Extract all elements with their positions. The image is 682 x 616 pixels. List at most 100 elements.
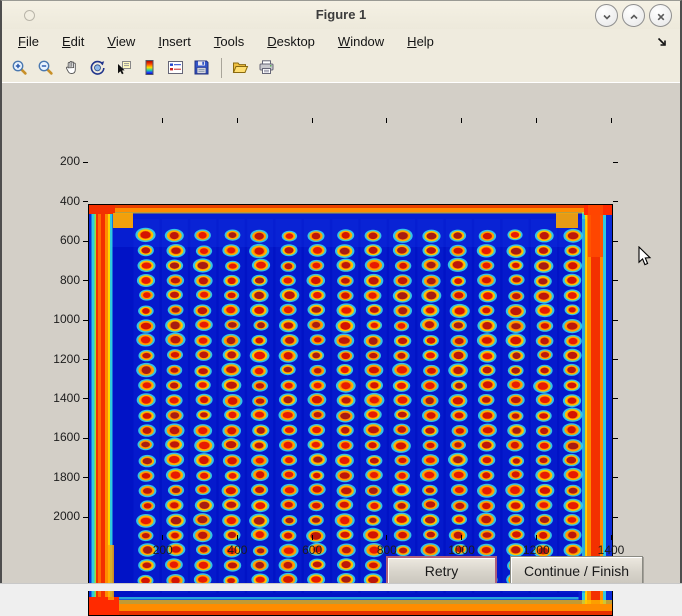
x-tick-label: 600 bbox=[282, 543, 342, 557]
figure-canvas: Retry Continue / Finish 200 400 600 800 1000… bbox=[2, 82, 680, 583]
y-tick bbox=[83, 438, 88, 439]
x-tick-label: 1000 bbox=[432, 543, 492, 557]
y-tick-label: 400 bbox=[38, 194, 80, 208]
window-controls bbox=[595, 4, 672, 27]
folder-icon bbox=[232, 59, 249, 76]
mouse-cursor-icon bbox=[638, 246, 652, 267]
x-tick-label: 800 bbox=[357, 543, 417, 557]
chevron-down-icon bbox=[601, 10, 613, 22]
minimize-button[interactable] bbox=[595, 4, 618, 27]
menu-item-help[interactable]: Help bbox=[399, 31, 442, 52]
y-tick-right bbox=[613, 477, 618, 478]
x-tick-label: 200 bbox=[133, 543, 193, 557]
rotate-icon bbox=[89, 59, 106, 76]
x-tick bbox=[386, 535, 387, 540]
x-tick-label: 1400 bbox=[581, 543, 641, 557]
menu-bar: File Edit View Insert Tools Desktop Window Help bbox=[2, 29, 680, 53]
x-tick bbox=[312, 535, 313, 540]
menu-item-desktop[interactable]: Desktop bbox=[259, 31, 323, 52]
y-tick-label: 2000 bbox=[38, 509, 80, 523]
y-tick-right bbox=[613, 517, 618, 518]
y-tick bbox=[83, 162, 88, 163]
close-button[interactable] bbox=[649, 4, 672, 27]
y-tick bbox=[83, 320, 88, 321]
x-tick bbox=[611, 535, 612, 540]
y-tick-label: 1800 bbox=[38, 470, 80, 484]
x-tick-top bbox=[536, 118, 537, 123]
y-tick bbox=[83, 398, 88, 399]
window-title: Figure 1 bbox=[2, 7, 680, 22]
menu-item-insert[interactable]: Insert bbox=[150, 31, 199, 52]
datatip-icon bbox=[115, 59, 132, 76]
zoom-in-icon bbox=[11, 59, 28, 76]
data-cursor-button[interactable] bbox=[111, 55, 136, 80]
colorbar-icon bbox=[141, 59, 158, 76]
y-tick-label: 1600 bbox=[38, 430, 80, 444]
save-figure-button[interactable] bbox=[189, 55, 214, 80]
close-icon bbox=[655, 10, 667, 22]
retry-button[interactable]: Retry bbox=[386, 556, 497, 585]
printer-icon bbox=[258, 59, 275, 76]
insert-legend-button[interactable] bbox=[163, 55, 188, 80]
print-figure-button[interactable] bbox=[254, 55, 279, 80]
y-tick bbox=[83, 280, 88, 281]
zoom-in-button[interactable] bbox=[7, 55, 32, 80]
x-tick-top bbox=[312, 118, 313, 123]
menu-bar-items: File Edit View Insert Tools Desktop Window Help bbox=[10, 31, 449, 52]
menu-item-window[interactable]: Window bbox=[330, 31, 392, 52]
toolbar-items bbox=[7, 55, 280, 80]
x-tick bbox=[162, 535, 163, 540]
x-tick-top bbox=[386, 118, 387, 123]
menu-overflow-arrow-icon[interactable] bbox=[656, 35, 668, 47]
menu-item-view[interactable]: View bbox=[99, 31, 143, 52]
menu-item-edit[interactable]: Edit bbox=[54, 31, 92, 52]
x-tick-top bbox=[237, 118, 238, 123]
open-file-button[interactable] bbox=[228, 55, 253, 80]
legend-icon bbox=[167, 59, 184, 76]
continue-finish-button[interactable]: Continue / Finish bbox=[510, 556, 643, 585]
x-tick-label: 400 bbox=[207, 543, 267, 557]
figure-toolbar bbox=[2, 53, 680, 83]
y-tick-right bbox=[613, 398, 618, 399]
title-bar: Figure 1 bbox=[2, 1, 680, 30]
y-tick-label: 200 bbox=[38, 154, 80, 168]
x-tick bbox=[461, 535, 462, 540]
menu-item-tools[interactable]: Tools bbox=[206, 31, 252, 52]
zoom-out-icon bbox=[37, 59, 54, 76]
retry-button-label: Retry bbox=[425, 563, 458, 579]
y-tick-right bbox=[613, 162, 618, 163]
x-tick-top bbox=[611, 118, 612, 123]
toolbar-divider bbox=[221, 58, 222, 78]
y-tick-label: 800 bbox=[38, 273, 80, 287]
x-tick bbox=[536, 535, 537, 540]
maximize-button[interactable] bbox=[622, 4, 645, 27]
y-tick bbox=[83, 477, 88, 478]
x-tick-label: 1200 bbox=[506, 543, 566, 557]
desktop-strip bbox=[0, 583, 682, 591]
rotate-3d-button[interactable] bbox=[85, 55, 110, 80]
y-tick-right bbox=[613, 201, 618, 202]
y-tick-right bbox=[613, 359, 618, 360]
chevron-up-icon bbox=[628, 10, 640, 22]
pan-button[interactable] bbox=[59, 55, 84, 80]
y-tick-label: 1200 bbox=[38, 352, 80, 366]
hand-icon bbox=[63, 59, 80, 76]
x-tick bbox=[237, 535, 238, 540]
menu-item-file[interactable]: File bbox=[10, 31, 47, 52]
insert-colorbar-button[interactable] bbox=[137, 55, 162, 80]
zoom-out-button[interactable] bbox=[33, 55, 58, 80]
y-tick bbox=[83, 359, 88, 360]
y-tick-right bbox=[613, 241, 618, 242]
continue-finish-button-label: Continue / Finish bbox=[524, 563, 629, 579]
y-tick bbox=[83, 201, 88, 202]
figure-window: Figure 1 File Edit View Insert Tools Desktop W… bbox=[0, 0, 682, 583]
y-tick-right bbox=[613, 438, 618, 439]
x-tick-top bbox=[162, 118, 163, 123]
y-tick-right bbox=[613, 320, 618, 321]
y-tick-right bbox=[613, 280, 618, 281]
y-tick-label: 1400 bbox=[38, 391, 80, 405]
x-tick-top bbox=[461, 118, 462, 123]
floppy-icon bbox=[193, 59, 210, 76]
y-tick bbox=[83, 517, 88, 518]
y-tick-label: 600 bbox=[38, 233, 80, 247]
